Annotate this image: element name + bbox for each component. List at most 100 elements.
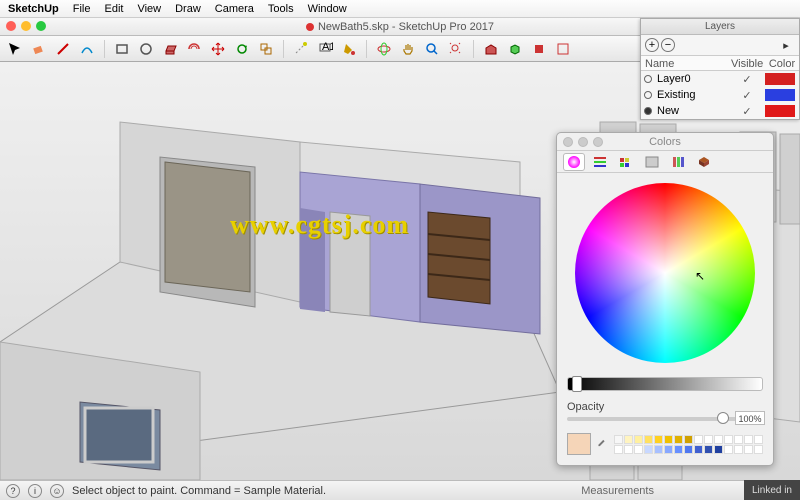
- mini-swatch[interactable]: [644, 435, 653, 444]
- tab-palettes[interactable]: [615, 153, 637, 171]
- zoom-extents-tool[interactable]: [447, 40, 465, 58]
- rectangle-tool[interactable]: [113, 40, 131, 58]
- color-wheel[interactable]: ↖: [575, 183, 755, 363]
- user-icon[interactable]: ☺: [50, 484, 64, 498]
- warehouse-tool[interactable]: [482, 40, 500, 58]
- layer-radio[interactable]: [641, 75, 655, 83]
- layer-radio[interactable]: [641, 91, 655, 99]
- tab-image[interactable]: [641, 153, 663, 171]
- close-icon[interactable]: [6, 21, 16, 31]
- panel-max-icon[interactable]: [593, 137, 603, 147]
- layer-row[interactable]: New✓: [641, 103, 799, 119]
- mini-swatch[interactable]: [664, 445, 673, 454]
- arc-tool[interactable]: [78, 40, 96, 58]
- menu-view[interactable]: View: [137, 3, 161, 15]
- line-tool[interactable]: [54, 40, 72, 58]
- mini-swatch[interactable]: [744, 445, 753, 454]
- layer-row[interactable]: Layer0✓: [641, 71, 799, 87]
- mini-swatch[interactable]: [734, 445, 743, 454]
- brightness-slider[interactable]: [567, 377, 763, 391]
- add-layer-button[interactable]: +: [645, 38, 659, 52]
- minimize-icon[interactable]: [21, 21, 31, 31]
- mini-swatch[interactable]: [714, 445, 723, 454]
- layer-visible-check[interactable]: ✓: [729, 105, 765, 118]
- extension-tool[interactable]: [530, 40, 548, 58]
- maximize-icon[interactable]: [36, 21, 46, 31]
- menu-camera[interactable]: Camera: [215, 3, 254, 15]
- opacity-thumb[interactable]: [717, 412, 729, 424]
- layers-menu-icon[interactable]: ▸: [777, 36, 795, 54]
- mini-swatch[interactable]: [654, 435, 663, 444]
- tab-wheel[interactable]: [563, 153, 585, 171]
- menu-draw[interactable]: Draw: [175, 3, 201, 15]
- rotate-tool[interactable]: [233, 40, 251, 58]
- paint-tool[interactable]: [340, 40, 358, 58]
- mini-swatch[interactable]: [634, 435, 643, 444]
- panel-min-icon[interactable]: [578, 137, 588, 147]
- text-tool[interactable]: A1: [316, 40, 334, 58]
- eraser-tool[interactable]: [30, 40, 48, 58]
- pushpull-tool[interactable]: [161, 40, 179, 58]
- mini-swatch[interactable]: [614, 445, 623, 454]
- eyedropper-icon[interactable]: [595, 436, 606, 452]
- col-name[interactable]: Name: [641, 56, 729, 70]
- pan-tool[interactable]: [399, 40, 417, 58]
- mini-swatch[interactable]: [684, 445, 693, 454]
- layer-color-swatch[interactable]: [765, 73, 795, 85]
- opacity-slider[interactable]: 100%: [567, 417, 763, 421]
- layer-row[interactable]: Existing✓: [641, 87, 799, 103]
- mini-swatch[interactable]: [734, 435, 743, 444]
- help-icon[interactable]: ?: [6, 484, 20, 498]
- offset-tool[interactable]: [185, 40, 203, 58]
- menu-window[interactable]: Window: [308, 3, 347, 15]
- mini-swatch[interactable]: [624, 435, 633, 444]
- mini-swatch[interactable]: [704, 435, 713, 444]
- mini-swatch[interactable]: [754, 435, 763, 444]
- mini-swatch[interactable]: [624, 445, 633, 454]
- mini-swatch[interactable]: [664, 435, 673, 444]
- mini-swatch[interactable]: [634, 445, 643, 454]
- tab-sliders[interactable]: [589, 153, 611, 171]
- mini-swatch[interactable]: [694, 445, 703, 454]
- swatch-grid[interactable]: [614, 435, 763, 454]
- tab-pencils[interactable]: [667, 153, 689, 171]
- col-visible[interactable]: Visible: [729, 56, 765, 70]
- circle-tool[interactable]: [137, 40, 155, 58]
- tab-materials[interactable]: [693, 153, 715, 171]
- mini-swatch[interactable]: [744, 435, 753, 444]
- mini-swatch[interactable]: [684, 435, 693, 444]
- mini-swatch[interactable]: [614, 435, 623, 444]
- orbit-tool[interactable]: [375, 40, 393, 58]
- layer-visible-check[interactable]: ✓: [729, 73, 765, 86]
- menu-tools[interactable]: Tools: [268, 3, 294, 15]
- mini-swatch[interactable]: [694, 435, 703, 444]
- mini-swatch[interactable]: [644, 445, 653, 454]
- zoom-tool[interactable]: [423, 40, 441, 58]
- col-color[interactable]: Color: [765, 56, 799, 70]
- component-tool[interactable]: [506, 40, 524, 58]
- layer-visible-check[interactable]: ✓: [729, 89, 765, 102]
- mini-swatch[interactable]: [704, 445, 713, 454]
- layer-radio[interactable]: [641, 107, 655, 115]
- mini-swatch[interactable]: [674, 435, 683, 444]
- mini-swatch[interactable]: [674, 445, 683, 454]
- mini-swatch[interactable]: [724, 445, 733, 454]
- menu-edit[interactable]: Edit: [104, 3, 123, 15]
- layer-color-swatch[interactable]: [765, 89, 795, 101]
- move-tool[interactable]: [209, 40, 227, 58]
- tape-tool[interactable]: [292, 40, 310, 58]
- opacity-value[interactable]: 100%: [735, 411, 765, 425]
- mini-swatch[interactable]: [714, 435, 723, 444]
- panel-close-icon[interactable]: [563, 137, 573, 147]
- menu-file[interactable]: File: [73, 3, 91, 15]
- layout-tool[interactable]: [554, 40, 572, 58]
- select-tool[interactable]: [6, 40, 24, 58]
- brightness-thumb[interactable]: [572, 376, 582, 392]
- remove-layer-button[interactable]: −: [661, 38, 675, 52]
- mini-swatch[interactable]: [754, 445, 763, 454]
- mini-swatch[interactable]: [724, 435, 733, 444]
- info-icon[interactable]: i: [28, 484, 42, 498]
- mini-swatch[interactable]: [654, 445, 663, 454]
- current-color-swatch[interactable]: [567, 433, 591, 455]
- layer-color-swatch[interactable]: [765, 105, 795, 117]
